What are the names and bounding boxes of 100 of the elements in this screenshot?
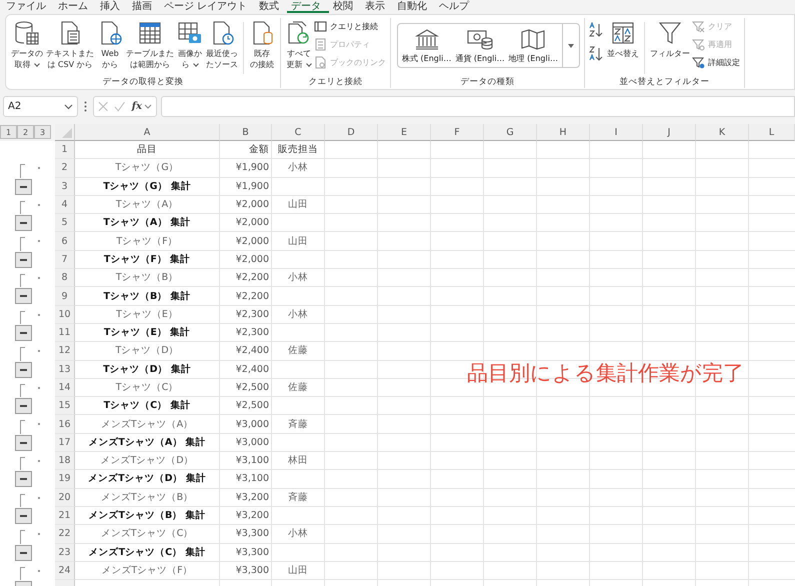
minus-icon xyxy=(20,405,27,408)
document-link-icon xyxy=(314,56,327,69)
column-header[interactable]: K xyxy=(696,124,749,141)
ribbon-button[interactable]: すべて 更新 xyxy=(285,18,313,70)
column-header[interactable]: F xyxy=(431,124,484,141)
collapse-button[interactable] xyxy=(15,398,32,414)
menu-tab[interactable]: ヘルプ xyxy=(435,0,478,13)
row-header[interactable]: 16 xyxy=(55,415,75,434)
row-header[interactable]: 18 xyxy=(55,452,75,470)
column-header[interactable]: I xyxy=(590,124,643,141)
row-header[interactable]: 2 xyxy=(55,159,75,178)
column-header[interactable]: E xyxy=(378,124,431,141)
collapse-button[interactable] xyxy=(15,508,32,524)
table-cell xyxy=(272,506,325,526)
insert-function-button[interactable]: fx xyxy=(132,101,152,112)
row-header[interactable]: 19 xyxy=(55,470,75,489)
row-header[interactable]: 4 xyxy=(55,196,75,214)
table-cell: ¥3,100 xyxy=(220,452,272,470)
row-header[interactable]: 1 xyxy=(55,141,75,160)
row-header[interactable]: 23 xyxy=(55,544,75,562)
menu-tab[interactable]: 校閲 xyxy=(329,0,362,13)
ribbon-button[interactable]: 最近使っ たソース xyxy=(205,18,239,70)
row-header[interactable]: 10 xyxy=(55,306,75,324)
column-header[interactable]: D xyxy=(325,124,378,141)
menu-tab[interactable]: 描画 xyxy=(128,0,160,13)
ribbon-button[interactable]: テキストまた は CSV から xyxy=(45,18,95,70)
menu-tab[interactable]: データ xyxy=(287,0,330,13)
collapse-button[interactable] xyxy=(15,471,32,488)
outline-level-button[interactable]: 3 xyxy=(34,125,51,139)
row-header[interactable]: 8 xyxy=(55,269,75,288)
collapse-button[interactable] xyxy=(15,434,32,451)
row-header[interactable]: 15 xyxy=(55,397,75,416)
column-header[interactable]: A xyxy=(75,124,220,141)
row-header[interactable]: 21 xyxy=(55,506,75,526)
ribbon-button[interactable]: テーブルまた は範囲から xyxy=(125,18,175,70)
menu-tab[interactable]: 自動化 xyxy=(393,0,436,13)
table-cell: 小林 xyxy=(272,525,325,544)
column-header[interactable]: L xyxy=(749,124,795,141)
annotation-overlay: 品目別による集計作業が完了 xyxy=(467,360,744,387)
table-cell xyxy=(272,214,325,232)
ribbon-button[interactable]: 既存 の接続 xyxy=(248,18,276,70)
ribbon-button[interactable]: 詳細設定 xyxy=(692,55,740,70)
row-header[interactable]: 5 xyxy=(55,214,75,232)
formula-input[interactable] xyxy=(161,96,795,117)
data-type-button[interactable]: 株式 (Engli… xyxy=(402,24,452,67)
table-cell: メンズTシャツ（D） 集計 xyxy=(75,470,220,489)
row-header[interactable]: 22 xyxy=(55,525,75,544)
collapse-button[interactable] xyxy=(15,288,32,304)
column-header[interactable]: J xyxy=(643,124,696,141)
column-header[interactable]: C xyxy=(272,124,325,141)
row-header[interactable]: 3 xyxy=(55,178,75,196)
row-header[interactable]: 6 xyxy=(55,232,75,251)
table-cell: ¥3,000 xyxy=(220,434,272,452)
collapse-button[interactable] xyxy=(15,215,32,232)
column-header[interactable]: B xyxy=(220,124,272,141)
table-cell xyxy=(272,287,325,306)
collapse-button[interactable] xyxy=(15,178,32,195)
collapse-button[interactable] xyxy=(15,362,32,378)
row-header[interactable]: 12 xyxy=(55,342,75,361)
table-cell: メンズTシャツ（B） xyxy=(75,488,220,507)
data-type-button[interactable]: 通貨 (Engli… xyxy=(455,24,505,67)
table-cell xyxy=(272,397,325,416)
row-header[interactable]: 17 xyxy=(55,434,75,452)
menu-tab[interactable]: 挿入 xyxy=(96,0,128,13)
outline-level-button[interactable]: 2 xyxy=(17,125,34,139)
menu-tab[interactable]: ページ レイアウト xyxy=(160,0,256,13)
group-label: データの取得と変換 xyxy=(102,76,184,88)
column-header[interactable]: H xyxy=(537,124,590,141)
sort-descending-button[interactable] xyxy=(588,46,603,62)
collapse-button[interactable] xyxy=(15,544,32,561)
row-header[interactable]: 24 xyxy=(55,562,75,580)
ribbon-button[interactable]: Web から xyxy=(96,18,124,70)
cancel-icon xyxy=(98,101,108,112)
data-type-button[interactable]: 地理 (Engli… xyxy=(508,24,558,67)
ribbon-button[interactable]: 並べ替え xyxy=(606,18,640,59)
collapse-button[interactable] xyxy=(15,324,32,341)
row-header[interactable]: 9 xyxy=(55,287,75,306)
table-cell: メンズTシャツ（D） xyxy=(75,452,220,470)
table-cell: 佐藤 xyxy=(272,378,325,398)
column-header[interactable]: G xyxy=(484,124,537,141)
ribbon-button[interactable]: クエリと接続 xyxy=(314,19,386,34)
row-header[interactable]: 11 xyxy=(55,324,75,342)
collapse-button[interactable] xyxy=(15,252,32,268)
ribbon-button[interactable]: 画像か ら xyxy=(176,18,204,70)
menu-tab[interactable]: 数式 xyxy=(255,0,288,13)
name-box[interactable]: A2 xyxy=(3,96,78,117)
menu-tab[interactable]: ファイル xyxy=(2,0,54,13)
ribbon-button[interactable]: データの 取得 xyxy=(10,18,44,70)
row-header[interactable]: 13 xyxy=(55,360,75,379)
outline-level-button[interactable]: 1 xyxy=(0,125,17,139)
sort-ascending-button[interactable] xyxy=(588,22,603,38)
ribbon-button[interactable]: フィルター xyxy=(648,18,691,59)
row-header[interactable]: 20 xyxy=(55,488,75,507)
table-cell: ¥2,000 xyxy=(220,250,272,270)
table-cell: ¥3,200 xyxy=(220,506,272,526)
menu-tab[interactable]: ホーム xyxy=(54,0,96,13)
vertical-dots-icon xyxy=(84,101,87,112)
row-header[interactable]: 7 xyxy=(55,250,75,270)
row-header[interactable]: 14 xyxy=(55,378,75,398)
menu-tab[interactable]: 表示 xyxy=(361,0,394,13)
